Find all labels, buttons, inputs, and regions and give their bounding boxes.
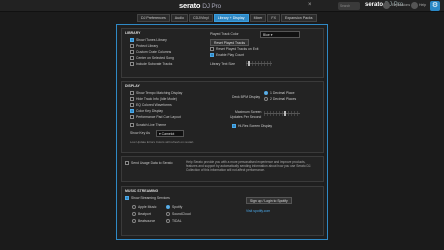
usage-section: Send Usage Data to Serato Help Serato pr…	[121, 156, 324, 182]
deck-bpm-label: Deck BPM Display	[232, 95, 261, 99]
eq-colored-waveforms-checkbox[interactable]	[130, 103, 134, 107]
send-usage-label: Send Usage Data to Serato	[131, 161, 173, 165]
soundcloud-radio[interactable]	[166, 212, 170, 216]
library-text-size-label: Library Text Size	[210, 62, 235, 66]
tempo-matching-label: Show Tempo Matching Display	[136, 91, 183, 95]
custom-crate-columns-checkbox[interactable]	[130, 50, 134, 54]
played-track-color-dropdown[interactable]: Blue ▾	[260, 31, 300, 38]
brand-text: serato	[365, 2, 384, 8]
settings-gear-icon[interactable]: ⚙	[430, 1, 440, 11]
performance-pad-label: Performance Pad Cue Layout	[136, 115, 181, 119]
search-input[interactable]: Search	[338, 2, 360, 10]
include-subcrate-label: Include Subcrate Tracks	[136, 62, 173, 66]
expansions-icon[interactable]	[383, 2, 390, 9]
bpm-1-decimal-label: 1 Decimal Place	[270, 91, 295, 95]
background-left	[0, 12, 116, 250]
reset-played-on-exit-checkbox[interactable]	[210, 47, 214, 51]
tidal-radio[interactable]	[166, 219, 170, 223]
hide-track-info-checkbox[interactable]	[130, 97, 134, 101]
bpm-2-decimal-label: 2 Decimal Places	[270, 97, 297, 101]
updates-per-second-label: Updates Per Second	[230, 115, 262, 119]
close-icon[interactable]: ×	[308, 2, 312, 8]
protect-library-checkbox[interactable]	[130, 44, 134, 48]
enable-play-count-label: Enable Play Count	[216, 53, 245, 57]
beatport-label: Beatport	[138, 212, 151, 216]
show-streaming-label: Show Streaming Services	[131, 196, 170, 200]
preferences-logo: serato DJ Pro	[179, 1, 221, 10]
show-streaming-checkbox[interactable]	[125, 196, 129, 200]
library-text-size-slider[interactable]	[246, 61, 272, 66]
reset-played-on-exit-label: Reset Played Tracks on Exit	[216, 47, 259, 51]
hi-res-screen-checkbox[interactable]	[232, 124, 236, 128]
performance-pad-checkbox[interactable]	[130, 115, 134, 119]
show-itunes-checkbox[interactable]	[130, 38, 134, 42]
tidal-label: TIDAL	[172, 219, 182, 223]
show-itunes-label: Show iTunes Library	[136, 38, 167, 42]
display-section: DISPLAY Show Tempo Matching Display Hide…	[121, 81, 324, 153]
tab-mixer[interactable]: Mixer	[249, 14, 267, 22]
soundcloud-label: SoundCloud	[172, 212, 191, 216]
music-streaming-section: MUSIC STREAMING Show Streaming Services …	[121, 186, 324, 236]
send-usage-description: Help Serato provide you with a more pers…	[186, 160, 312, 173]
tab-fx[interactable]: FX	[267, 14, 280, 22]
color-key-display-label: Color Key Display	[136, 109, 163, 113]
enable-play-count-checkbox[interactable]	[210, 53, 214, 57]
display-note: Low Update Errors Colors will refresh on…	[130, 140, 195, 144]
tab-dj-preferences[interactable]: DJ Preferences	[137, 14, 170, 22]
expansions-link[interactable]: Expansions	[392, 3, 410, 7]
beatport-radio[interactable]	[132, 212, 136, 216]
tab-cdj-vinyl[interactable]: CDJ/Vinyl	[188, 14, 213, 22]
tab-audio[interactable]: Audio	[170, 14, 188, 22]
beatsource-radio[interactable]	[132, 219, 136, 223]
tab-library-display[interactable]: Library + Display	[213, 14, 249, 22]
apple-music-radio[interactable]	[132, 205, 136, 209]
background-right	[328, 12, 444, 250]
include-subcrate-checkbox[interactable]	[130, 62, 134, 66]
library-title: LIBRARY	[125, 31, 141, 35]
hi-res-screen-label: Hi-Res Screen Display	[238, 124, 273, 128]
played-track-color-label: Played Track Color	[210, 32, 239, 36]
help-link[interactable]: Help	[419, 3, 426, 7]
show-key-as-label: Show Key As	[130, 131, 150, 135]
music-streaming-title: MUSIC STREAMING	[125, 189, 159, 193]
show-key-as-dropdown[interactable]: ▾ Camelot	[156, 130, 184, 137]
spotify-label: Spotify	[172, 205, 183, 209]
max-screen-updates-slider[interactable]	[264, 111, 300, 116]
reset-played-tracks-button[interactable]: Reset Played Tracks	[210, 39, 250, 46]
preferences-panel: LIBRARY Show iTunes Library Protect Libr…	[116, 24, 328, 240]
max-screen-label: Maximum Screen	[235, 110, 262, 114]
help-icon[interactable]	[411, 2, 418, 9]
beatsource-label: Beatsource	[138, 219, 156, 223]
spotify-signup-button[interactable]: Sign up / Login to Spotify	[246, 197, 292, 204]
protect-library-label: Protect Library	[136, 44, 159, 48]
spotify-radio[interactable]	[166, 205, 170, 209]
center-selected-song-label: Center on Selected Song	[136, 56, 174, 60]
visit-spotify-link[interactable]: Visit spotify.com	[246, 209, 270, 213]
apple-music-label: Apple Music	[138, 205, 157, 209]
tempo-matching-checkbox[interactable]	[130, 91, 134, 95]
tab-expansion-packs[interactable]: Expansion Packs	[280, 14, 317, 22]
library-section: LIBRARY Show iTunes Library Protect Libr…	[121, 28, 324, 78]
center-selected-song-checkbox[interactable]	[130, 56, 134, 60]
hide-track-info-label: Hide Track Info (Idle Mode)	[136, 97, 177, 101]
scratch-live-theme-checkbox[interactable]	[130, 123, 134, 127]
bpm-2-decimal-radio[interactable]	[264, 97, 268, 101]
eq-colored-waveforms-label: EQ Colored Waveforms	[136, 103, 172, 107]
scratch-live-theme-label: Scratch Live Theme	[136, 123, 167, 127]
custom-crate-columns-label: Custom Crate Columns	[136, 50, 172, 54]
send-usage-checkbox[interactable]	[125, 161, 129, 165]
bpm-1-decimal-radio[interactable]	[264, 91, 268, 95]
app-topbar: Search serato DJ Pro Expansions Help ⚙	[0, 0, 444, 12]
color-key-display-checkbox[interactable]	[130, 109, 134, 113]
display-title: DISPLAY	[125, 84, 140, 88]
preferences-tabs: DJ Preferences Audio CDJ/Vinyl Library +…	[137, 14, 318, 22]
